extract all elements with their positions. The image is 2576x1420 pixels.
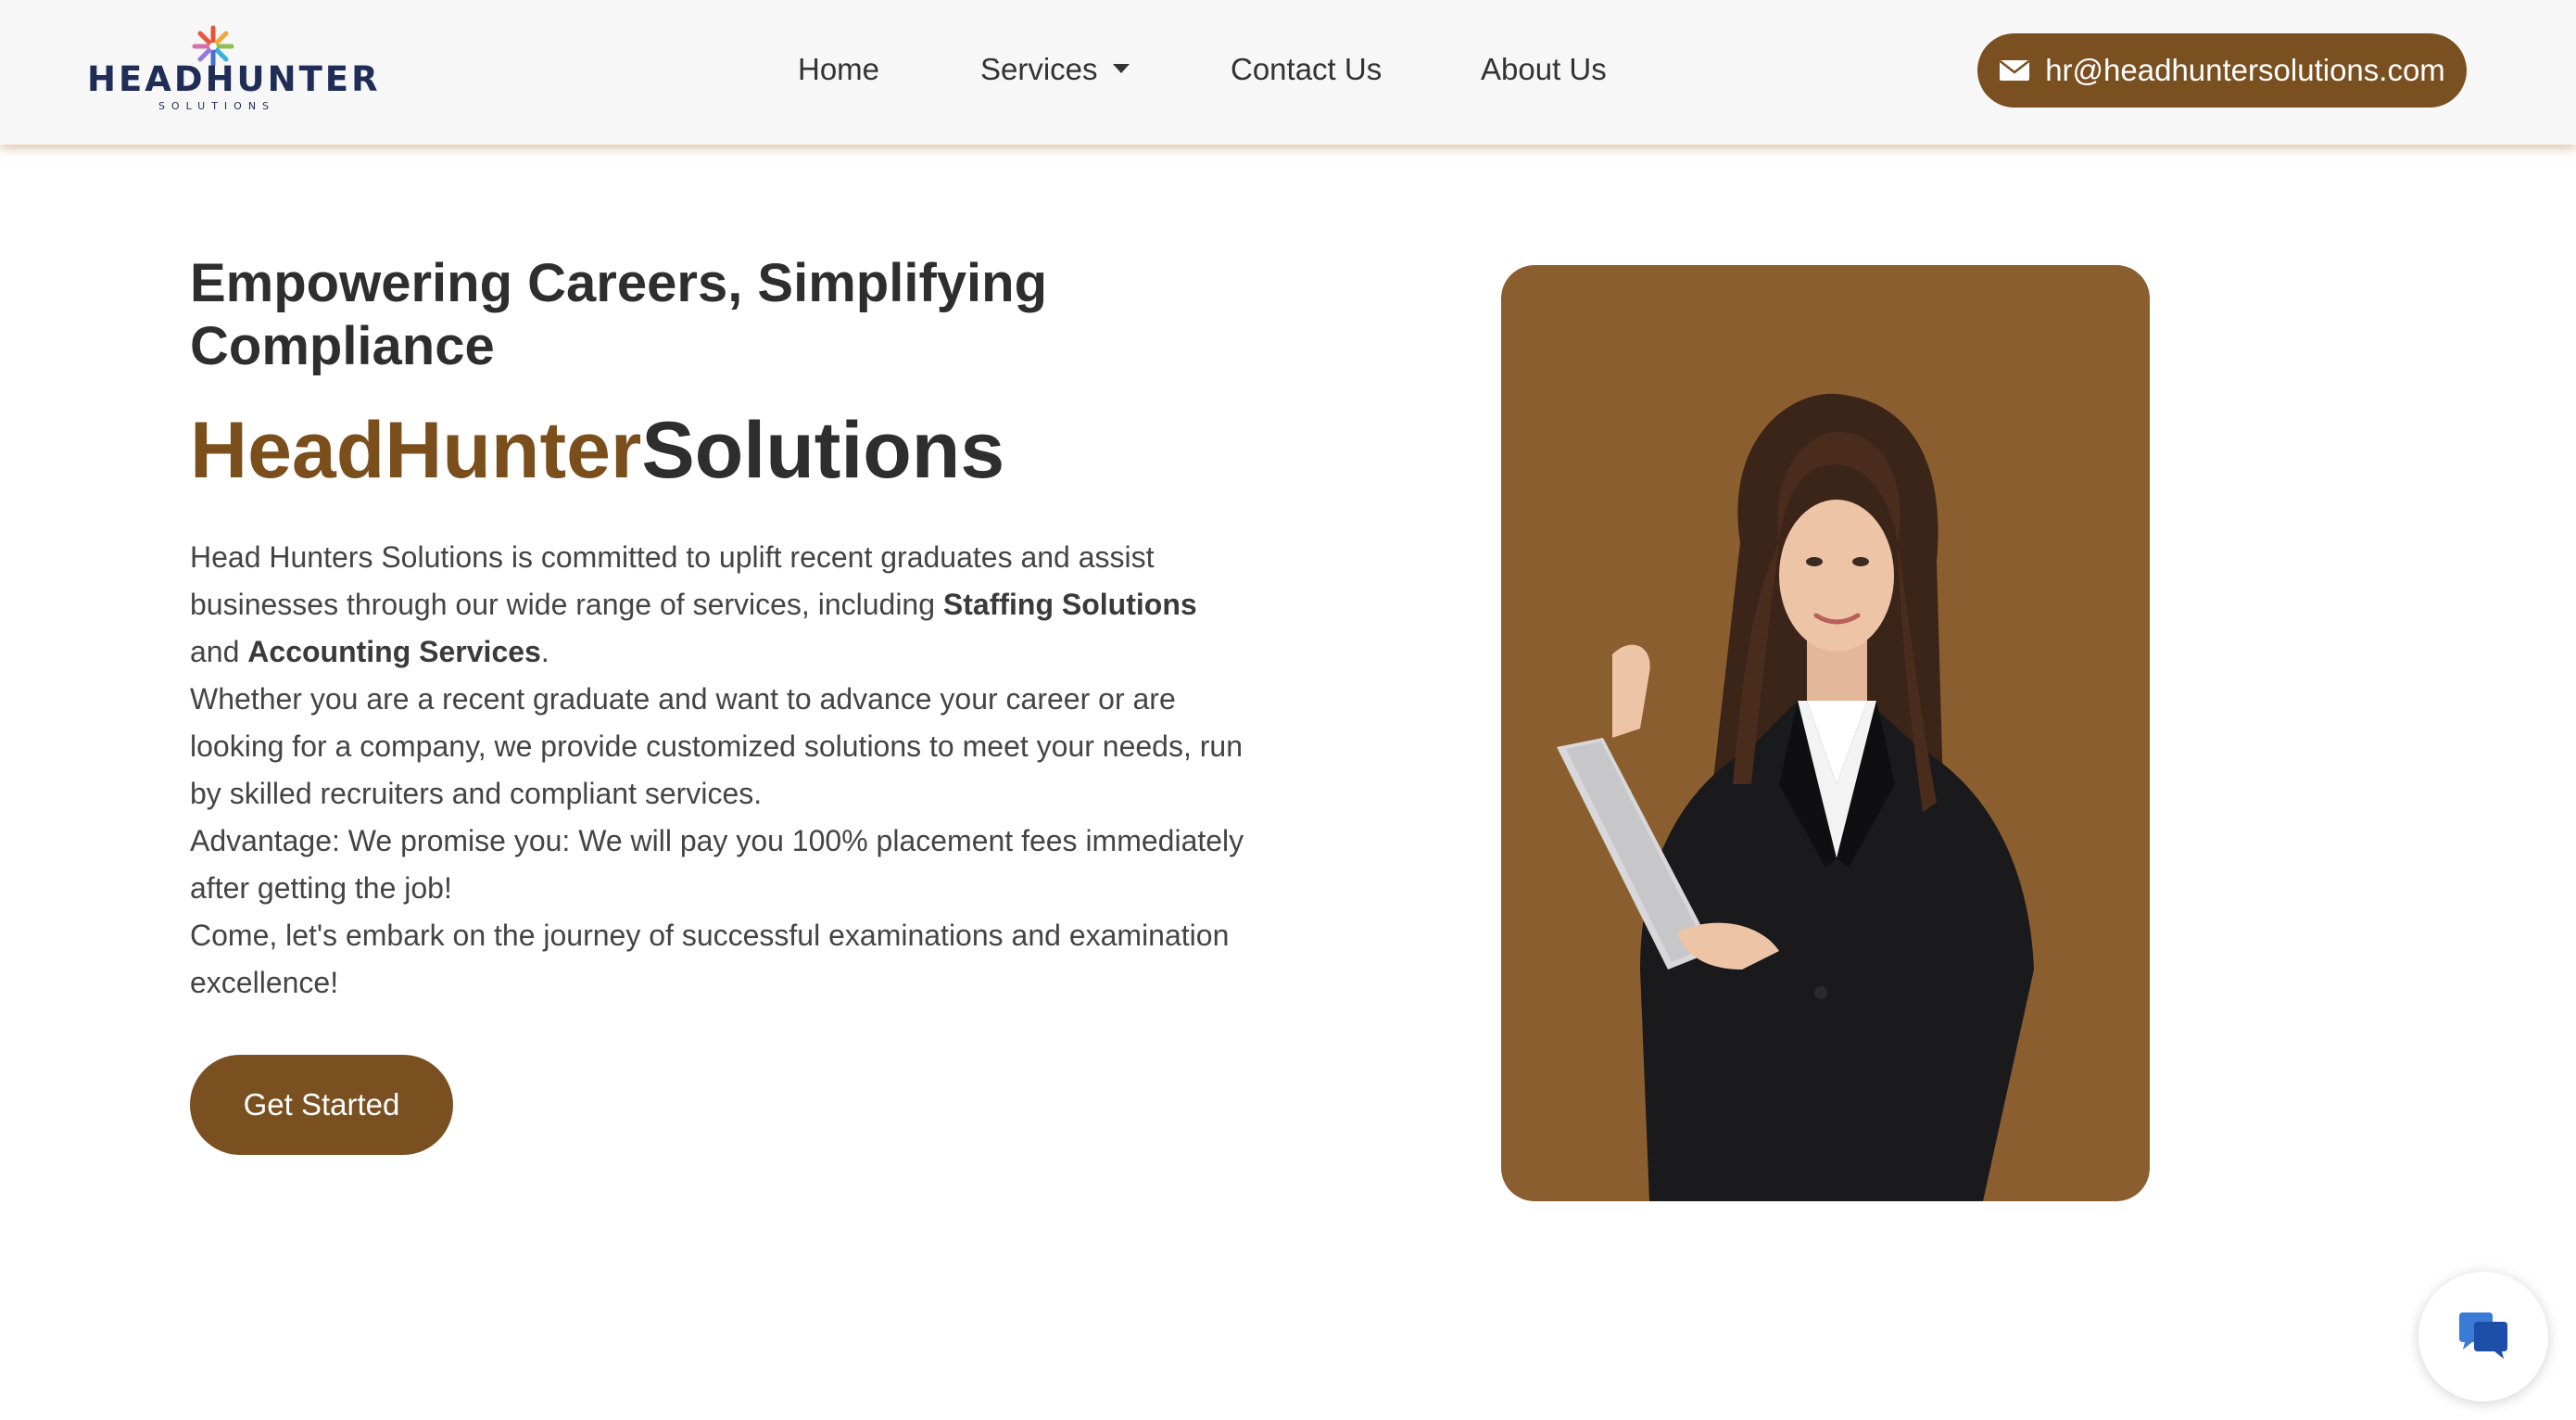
nav-contact-us[interactable]: Contact Us <box>1231 52 1382 87</box>
brand-accent-text: HeadHunter <box>190 406 642 495</box>
envelope-icon <box>1999 60 2030 81</box>
hero-brand-heading: HeadHunterSolutions <box>190 404 1004 497</box>
email-button[interactable]: hr@headhuntersolutions.com <box>1977 33 2467 108</box>
intro-paragraph-2: Whether you are a recent graduate and wa… <box>190 682 1243 810</box>
caret-down-icon <box>1112 64 1130 74</box>
hero-image <box>1501 265 2150 1201</box>
hero-tagline: Empowering Careers, Simplifying Complian… <box>190 253 1047 376</box>
hero-description: Head Hunters Solutions is committed to u… <box>190 534 1246 1007</box>
nav-home[interactable]: Home <box>798 52 879 87</box>
logo-wordmark: HEADHUNTER <box>87 59 381 99</box>
logo-subtitle: SOLUTIONS <box>158 100 276 112</box>
intro-paragraph-3: Advantage: We promise you: We will pay y… <box>190 824 1244 905</box>
nav-services[interactable]: Services <box>980 52 1130 87</box>
headhunter-logo[interactable]: HEADHUNTER SOLUTIONS <box>87 24 381 113</box>
email-address: hr@headhuntersolutions.com <box>2045 53 2445 87</box>
chat-widget-button[interactable] <box>2418 1272 2548 1401</box>
accounting-services-text: Accounting Services <box>247 635 541 668</box>
get-started-button[interactable]: Get Started <box>190 1055 453 1155</box>
nav-about-us[interactable]: About Us <box>1481 52 1607 87</box>
intro-text-period: . <box>540 635 549 668</box>
staffing-solutions-text: Staffing Solutions <box>942 588 1197 621</box>
nav-services-label: Services <box>980 52 1098 86</box>
intro-paragraph-1: Head Hunters Solutions is committed to u… <box>190 534 1246 676</box>
intro-text-and: and <box>190 635 248 668</box>
site-header: HEADHUNTER SOLUTIONS Home Services Conta… <box>0 0 2576 145</box>
businesswoman-image <box>1557 393 2034 1201</box>
chat-bubbles-icon <box>2459 1312 2507 1359</box>
brand-rest-text: Solutions <box>641 406 1005 495</box>
intro-paragraph-4: Come, let's embark on the journey of suc… <box>190 919 1230 999</box>
